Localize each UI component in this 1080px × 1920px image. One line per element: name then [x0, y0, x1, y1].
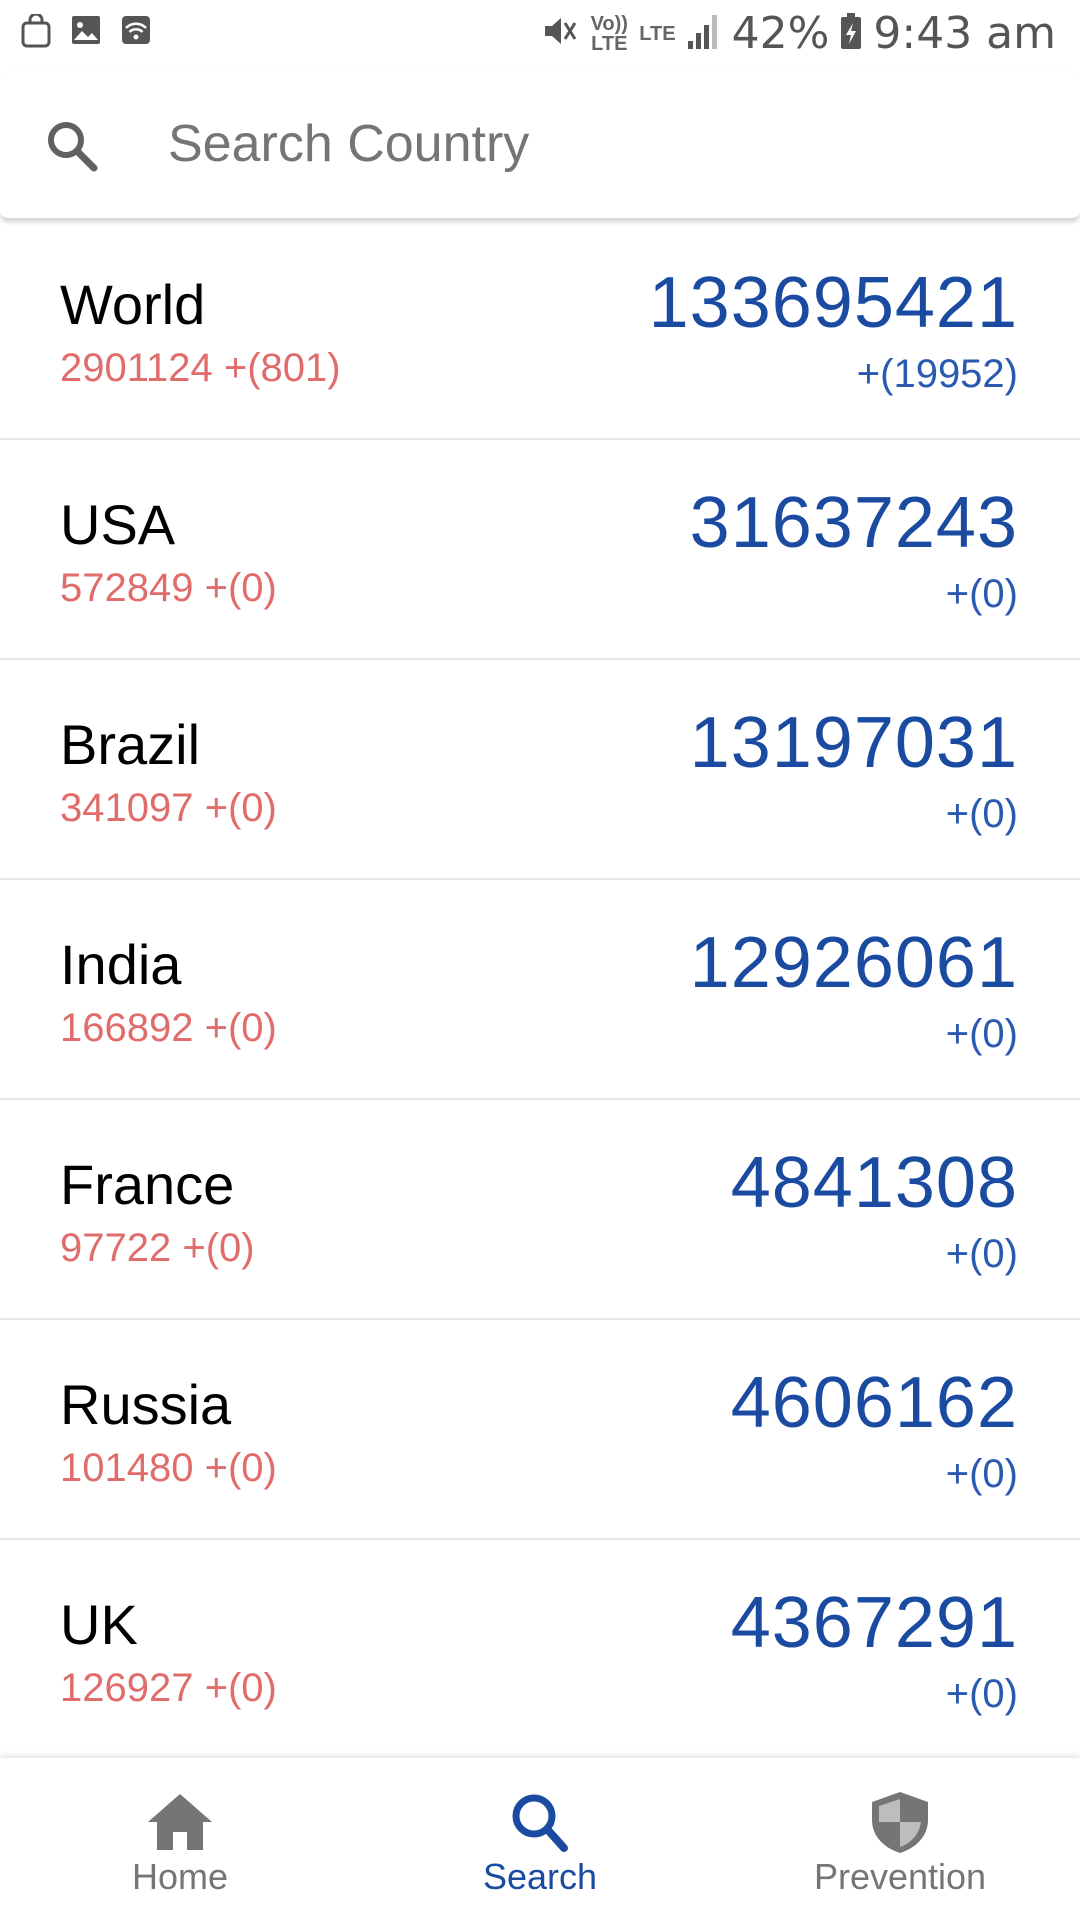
country-row-france[interactable]: France 97722 +(0) 4841308 +(0)	[0, 1100, 1080, 1320]
total-cases: 13197031	[689, 703, 1018, 783]
country-name: Russia	[60, 1373, 232, 1436]
search-icon[interactable]	[44, 118, 100, 179]
deaths-count: 572849 +(0)	[60, 566, 277, 610]
home-icon	[144, 1790, 216, 1854]
country-name: Brazil	[60, 713, 201, 776]
shopping-bag-icon	[20, 14, 52, 48]
country-row-usa[interactable]: USA 572849 +(0) 31637243 +(0)	[0, 440, 1080, 660]
new-cases: +(0)	[945, 1672, 1018, 1716]
bottom-navigation: Home Search Prevention	[0, 1758, 1080, 1920]
nav-search-label: Search	[482, 1856, 598, 1897]
country-list[interactable]: World 2901124 +(801) 133695421 +(19952) …	[0, 220, 1080, 1760]
search-bar	[0, 72, 1080, 219]
total-cases: 4367291	[730, 1583, 1018, 1663]
nav-prevention-label: Prevention	[813, 1856, 987, 1897]
country-name: USA	[60, 493, 176, 556]
battery-percent: 42%	[731, 8, 830, 59]
country-row-brazil[interactable]: Brazil 341097 +(0) 13197031 +(0)	[0, 660, 1080, 880]
wifi-box-icon	[120, 14, 152, 48]
status-bar: Vo)) LTE LTE 42% 9:43 am	[0, 0, 1080, 72]
screen: Vo)) LTE LTE 42% 9:43 am Search Country …	[0, 0, 1080, 1920]
search-country-input[interactable]	[168, 108, 1028, 180]
new-cases: +(19952)	[856, 352, 1018, 396]
nav-search[interactable]: Search	[360, 1758, 720, 1920]
country-name: France	[60, 1153, 235, 1216]
search-icon	[504, 1790, 576, 1854]
battery-charging-icon	[839, 11, 863, 56]
new-cases: +(0)	[945, 1452, 1018, 1496]
country-name: UK	[60, 1593, 138, 1656]
total-cases: 4841308	[730, 1143, 1018, 1223]
country-row-russia[interactable]: Russia 101480 +(0) 4606162 +(0)	[0, 1320, 1080, 1540]
country-row-world[interactable]: World 2901124 +(801) 133695421 +(19952)	[0, 220, 1080, 440]
nav-home-label: Home	[131, 1856, 229, 1897]
country-row-uk[interactable]: UK 126927 +(0) 4367291 +(0)	[0, 1540, 1080, 1760]
new-cases: +(0)	[945, 1232, 1018, 1276]
system-indicators: Vo)) LTE LTE 42% 9:43 am	[539, 8, 1056, 59]
image-icon	[70, 14, 102, 48]
country-name: India	[60, 933, 182, 996]
deaths-count: 2901124 +(801)	[60, 346, 341, 390]
total-cases: 4606162	[730, 1363, 1018, 1443]
new-cases: +(0)	[945, 572, 1018, 616]
deaths-count: 101480 +(0)	[60, 1446, 277, 1490]
deaths-count: 166892 +(0)	[60, 1006, 277, 1050]
notification-icons	[20, 14, 152, 48]
nav-home[interactable]: Home	[0, 1758, 360, 1920]
total-cases: 12926061	[689, 923, 1018, 1003]
country-name: World	[60, 273, 206, 336]
signal-icon	[686, 11, 722, 56]
new-cases: +(0)	[945, 792, 1018, 836]
total-cases: 31637243	[689, 483, 1018, 563]
shield-icon	[864, 1790, 936, 1854]
deaths-count: 126927 +(0)	[60, 1666, 277, 1710]
clock: 9:43 am	[873, 8, 1056, 59]
new-cases: +(0)	[945, 1012, 1018, 1056]
mute-icon	[539, 11, 579, 56]
volte-label: Vo)) LTE	[590, 12, 628, 55]
country-row-india[interactable]: India 166892 +(0) 12926061 +(0)	[0, 880, 1080, 1100]
nav-prevention[interactable]: Prevention	[720, 1758, 1080, 1920]
deaths-count: 97722 +(0)	[60, 1226, 255, 1270]
deaths-count: 341097 +(0)	[60, 786, 277, 830]
lte-label: LTE	[639, 22, 676, 45]
total-cases: 133695421	[648, 263, 1018, 343]
